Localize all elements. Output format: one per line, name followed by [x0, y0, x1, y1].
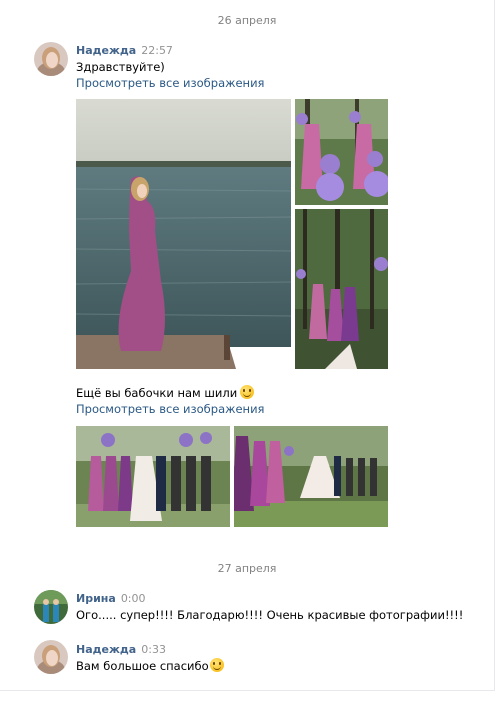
- photo-wedding-group-2[interactable]: [234, 426, 388, 527]
- author-label[interactable]: Надежда: [76, 44, 136, 57]
- message-text: Ещё вы бабочки нам шили: [76, 385, 255, 400]
- date-separator: 27 апреля: [217, 562, 277, 575]
- author-label[interactable]: Ирина: [76, 592, 116, 605]
- author-name[interactable]: Ирина 0:00: [76, 592, 146, 605]
- avatar-irina[interactable]: [34, 590, 68, 624]
- photo-bridesmaids-forest[interactable]: [295, 209, 388, 369]
- photo-wedding-group-1[interactable]: [76, 426, 230, 527]
- date-separator: 26 апреля: [217, 14, 277, 27]
- smile-emoji-icon: [209, 658, 224, 672]
- author-name[interactable]: Надежда 22:57: [76, 44, 173, 57]
- chat-history: 26 апреля Надежда 22:57 Здравствуйте) Про…: [0, 0, 495, 691]
- message-text-content: Вам большое спасибо: [76, 659, 209, 673]
- author-label[interactable]: Надежда: [76, 643, 136, 656]
- author-name[interactable]: Надежда 0:33: [76, 643, 166, 656]
- avatar-nadezhda[interactable]: [34, 42, 68, 76]
- avatar-nadezhda[interactable]: [34, 640, 68, 674]
- message-time: 22:57: [141, 44, 173, 57]
- message-text-content: Ещё вы бабочки нам шили: [76, 386, 238, 400]
- message-text: Вам большое спасибо: [76, 658, 224, 673]
- photo-bridesmaids-flowers[interactable]: [295, 99, 388, 205]
- message-time: 0:00: [120, 592, 146, 605]
- message-text: Здравствуйте): [76, 60, 165, 74]
- view-all-images-link[interactable]: Просмотреть все изображения: [76, 76, 264, 90]
- view-all-images-link[interactable]: Просмотреть все изображения: [76, 402, 264, 416]
- smile-emoji-icon: [240, 385, 255, 399]
- photo-bride-pier[interactable]: [76, 99, 291, 369]
- message-text: Ого..... супер!!!! Благодарю!!!! Очень к…: [76, 608, 464, 622]
- message-time: 0:33: [141, 643, 166, 656]
